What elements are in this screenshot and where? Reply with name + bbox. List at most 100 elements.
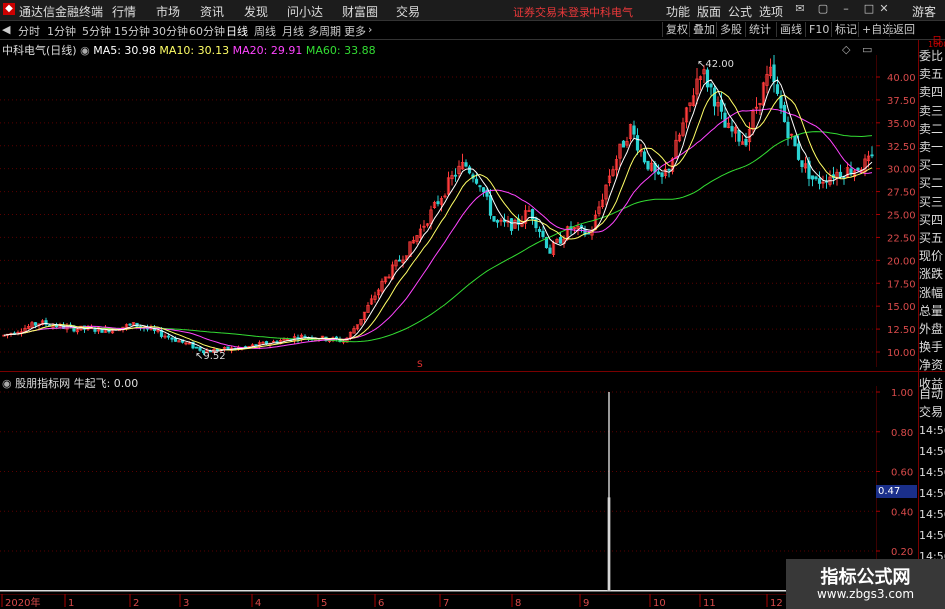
- indicator-tick-label: 0.80: [891, 428, 913, 439]
- indicator-tick-label: 1.00: [891, 388, 913, 399]
- candle-body: [492, 216, 496, 222]
- price-tick-label: 12.50: [887, 325, 916, 336]
- candle-body: [548, 247, 552, 254]
- candle-body: [173, 338, 178, 342]
- price-tick-label: 32.50: [887, 142, 916, 153]
- candle-body: [817, 178, 822, 184]
- kline-chart[interactable]: [0, 55, 876, 367]
- price-tick-label: 22.50: [887, 233, 916, 244]
- quote-field-label: 买五: [919, 231, 944, 245]
- indicator-chart[interactable]: [0, 386, 876, 594]
- quote-field-label: 买四: [919, 212, 944, 227]
- menu-bar: ◆ 通达信金融终端 行情 市场 资讯 发现 问小达 财富圈 交易 证券交易未登录…: [0, 0, 945, 21]
- message-icon[interactable]: ✉: [794, 3, 806, 15]
- statistics-button[interactable]: 统计: [745, 22, 774, 37]
- tab-30min[interactable]: 30分钟: [152, 23, 188, 39]
- candle-body: [93, 328, 97, 332]
- menu-zixun[interactable]: 资讯: [200, 3, 224, 20]
- watermark-banner: 指标公式网 www.zbgs3.com: [786, 559, 945, 609]
- menu-wenxiaoda[interactable]: 问小达: [287, 3, 323, 20]
- f10-button[interactable]: F10: [805, 22, 832, 37]
- candle-body: [495, 220, 500, 223]
- menu-jiaoyi[interactable]: 交易: [396, 3, 420, 20]
- menu-banmian[interactable]: 版面: [697, 3, 721, 20]
- tab-daily[interactable]: 日线: [226, 23, 248, 39]
- app-logo-icon: ◆: [3, 3, 15, 15]
- candle-body: [656, 171, 661, 175]
- trade-panel-label[interactable]: 自动: [919, 385, 943, 402]
- minimize-icon[interactable]: –: [840, 3, 852, 15]
- quote-field-label: 外盘: [919, 322, 944, 336]
- chevron-right-icon[interactable]: ›: [368, 23, 372, 36]
- watermark-url: www.zbgs3.com: [816, 587, 915, 601]
- tab-5min[interactable]: 5分钟: [82, 23, 111, 39]
- tab-multi-period[interactable]: 多周期: [308, 23, 341, 39]
- price-tick-label: 30.00: [887, 165, 916, 176]
- candle-body: [712, 87, 717, 107]
- candle-body: [488, 195, 493, 216]
- pane-divider: [0, 371, 945, 372]
- tab-monthly[interactable]: 月线: [282, 23, 304, 39]
- tab-60min[interactable]: 60分钟: [189, 23, 225, 39]
- candle-body: [481, 187, 486, 193]
- menu-caifuquan[interactable]: 财富圈: [342, 3, 378, 20]
- menu-xuanxiang[interactable]: 选项: [759, 3, 783, 20]
- price-tick-label: 37.50: [887, 96, 916, 107]
- tab-1min[interactable]: 1分钟: [47, 23, 76, 39]
- user-label[interactable]: 游客: [912, 3, 936, 20]
- fuquan-button[interactable]: 复权: [662, 22, 691, 37]
- tab-weekly[interactable]: 周线: [254, 23, 276, 39]
- overlay-button[interactable]: 叠加: [689, 22, 718, 37]
- time-tick-label: 6: [378, 598, 384, 609]
- candle-body: [453, 174, 458, 177]
- candle-body: [660, 172, 664, 177]
- candle-body: [744, 138, 748, 146]
- tab-more[interactable]: 更多: [344, 23, 366, 39]
- candle-body: [635, 135, 640, 151]
- trade-panel-label[interactable]: 交易: [919, 403, 943, 420]
- quote-field-label: 买二: [919, 176, 944, 191]
- indicator-tick-label: 0.40: [891, 507, 913, 518]
- s-marker: S: [417, 360, 423, 370]
- menu-gongshi[interactable]: 公式: [728, 3, 752, 20]
- watermark-title: 指标公式网: [820, 567, 911, 588]
- menu-gongneng[interactable]: 功能: [666, 3, 690, 20]
- time-tick-label: 5: [321, 598, 327, 609]
- time-tick-label: 7: [443, 598, 449, 609]
- multi-stock-button[interactable]: 多股: [716, 22, 745, 37]
- menu-shichang[interactable]: 市场: [156, 3, 180, 20]
- menu-faxian[interactable]: 发现: [244, 3, 268, 20]
- candle-body: [509, 218, 514, 231]
- candle-body: [166, 335, 171, 338]
- candle-body: [793, 135, 797, 147]
- quote-field-label: 涨幅: [919, 285, 944, 300]
- back-button[interactable]: 返回: [889, 22, 918, 37]
- tab-15min[interactable]: 15分钟: [114, 23, 150, 39]
- price-tick-label: 17.50: [887, 279, 916, 290]
- trade-login-notice[interactable]: 证券交易未登录: [513, 4, 590, 20]
- quote-field-label: 卖四: [919, 85, 944, 100]
- ma60-line: [3, 131, 873, 343]
- tab-fenshi[interactable]: 分时: [18, 23, 40, 39]
- draw-line-button[interactable]: 画线: [776, 22, 805, 37]
- price-tick-label: 27.50: [887, 188, 916, 199]
- time-tick-label: 11: [703, 598, 716, 609]
- candle-body: [786, 121, 790, 139]
- mark-button[interactable]: 标记: [831, 22, 860, 37]
- period-tab-bar: ◀ 分时 1分钟 5分钟 15分钟 30分钟 60分钟 日线 周线 月线 多周期…: [0, 21, 945, 40]
- time-tick-label: 4: [255, 598, 261, 609]
- pin-icon[interactable]: ▢: [817, 3, 829, 15]
- candle-body: [558, 237, 563, 244]
- candle-body: [796, 143, 801, 160]
- candle-body: [782, 105, 787, 123]
- candle-body: [632, 125, 636, 135]
- collapse-icon[interactable]: ◀: [2, 23, 10, 36]
- trade-time: 14:56: [919, 487, 945, 500]
- candle-body: [705, 69, 710, 88]
- maximize-icon[interactable]: □: [863, 3, 875, 15]
- menu-hangqing[interactable]: 行情: [112, 3, 136, 20]
- trade-time: 14:56: [919, 466, 945, 479]
- trade-time: 14:56: [919, 424, 945, 437]
- quote-field-label: 卖一: [919, 140, 944, 154]
- close-icon[interactable]: ✕: [878, 3, 890, 15]
